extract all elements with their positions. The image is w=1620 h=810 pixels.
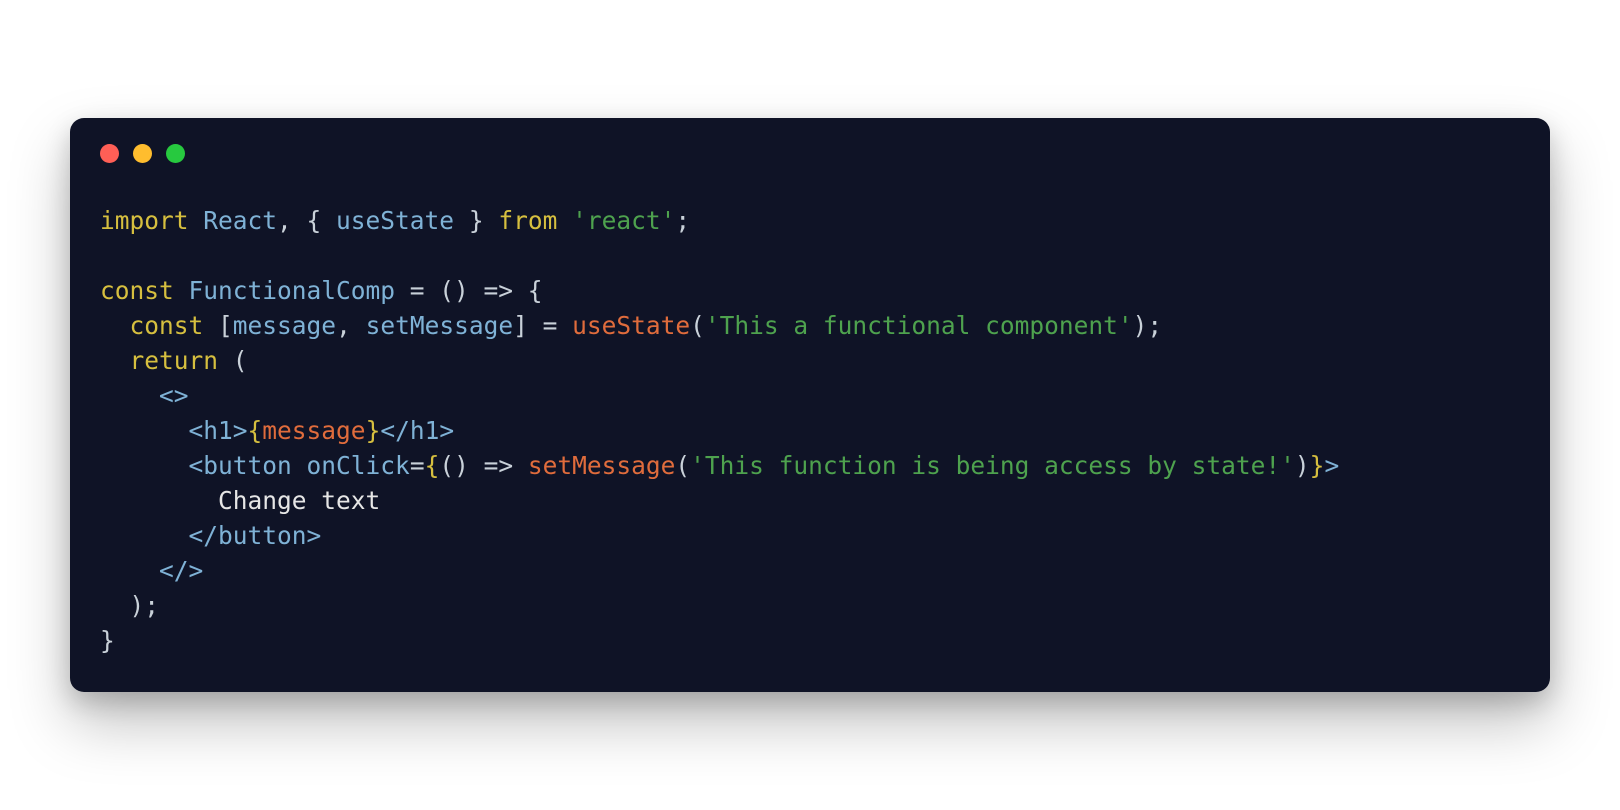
code-line-9: Change text	[100, 486, 380, 515]
jsx-button-open: <button	[189, 451, 292, 480]
brace: }	[1310, 451, 1325, 480]
call-setmessage: setMessage	[528, 451, 676, 480]
identifier-react: React	[189, 206, 278, 235]
minimize-icon[interactable]	[133, 144, 152, 163]
string-literal: 'react'	[572, 206, 675, 235]
code-line-10: </button>	[100, 521, 321, 550]
punct: = () => {	[410, 276, 543, 305]
keyword-return: return	[130, 346, 219, 375]
string-literal: 'This a functional component'	[705, 311, 1133, 340]
indent	[100, 381, 159, 410]
indent	[100, 556, 159, 585]
indent	[100, 451, 189, 480]
code-line-13: }	[100, 626, 115, 655]
space	[292, 451, 307, 480]
brace: }	[366, 416, 381, 445]
punct: }	[454, 206, 498, 235]
punct: (	[690, 311, 705, 340]
stage: import React, { useState } from 'react';…	[0, 0, 1620, 810]
punct: ;	[675, 206, 690, 235]
jsx-button-close: </button>	[189, 521, 322, 550]
jsx-fragment-close: </>	[159, 556, 203, 585]
code-line-5: return (	[100, 346, 248, 375]
close-icon[interactable]	[100, 144, 119, 163]
indent	[100, 346, 130, 375]
brace: {	[425, 451, 440, 480]
keyword-from: from	[498, 206, 557, 235]
punct: [	[203, 311, 233, 340]
code-line-12: );	[100, 591, 159, 620]
keyword-import: import	[100, 206, 189, 235]
identifier-message: message	[262, 416, 365, 445]
jsx-fragment-open: <>	[159, 381, 189, 410]
indent	[100, 521, 189, 550]
punct: ] =	[513, 311, 572, 340]
jsx-h1-close: </h1>	[380, 416, 454, 445]
window-titlebar	[100, 144, 1520, 163]
space	[557, 206, 572, 235]
identifier-setmessage: setMessage	[366, 311, 514, 340]
code-block: import React, { useState } from 'react';…	[100, 203, 1520, 658]
code-line-6: <>	[100, 381, 189, 410]
punct: (	[675, 451, 690, 480]
jsx-text-change: Change text	[218, 486, 380, 515]
punct: }	[100, 626, 115, 655]
identifier-message: message	[233, 311, 336, 340]
keyword-const: const	[100, 276, 174, 305]
code-window: import React, { useState } from 'react';…	[70, 118, 1550, 692]
punct: );	[1133, 311, 1163, 340]
jsx-button-open-end: >	[1324, 451, 1339, 480]
code-line-1: import React, { useState } from 'react';	[100, 206, 690, 235]
indent	[100, 311, 130, 340]
code-line-3: const FunctionalComp = () => {	[100, 276, 543, 305]
code-line-7: <h1>{message}</h1>	[100, 416, 454, 445]
identifier-functionalcomp: FunctionalComp	[174, 276, 410, 305]
jsx-attr-onclick: onClick	[307, 451, 410, 480]
indent	[100, 486, 218, 515]
punct: =	[410, 451, 425, 480]
string-literal: 'This function is being access by state!…	[690, 451, 1295, 480]
identifier-usestate: useState	[336, 206, 454, 235]
code-line-8: <button onClick={() => setMessage('This …	[100, 451, 1339, 480]
brace: {	[248, 416, 263, 445]
jsx-h1-open: <h1>	[189, 416, 248, 445]
keyword-const: const	[130, 311, 204, 340]
punct: )	[1295, 451, 1310, 480]
arrow: () =>	[439, 451, 528, 480]
call-usestate: useState	[572, 311, 690, 340]
punct: , {	[277, 206, 336, 235]
punct: );	[100, 591, 159, 620]
zoom-icon[interactable]	[166, 144, 185, 163]
code-line-11: </>	[100, 556, 203, 585]
punct: (	[218, 346, 248, 375]
code-line-4: const [message, setMessage] = useState('…	[100, 311, 1162, 340]
indent	[100, 416, 189, 445]
punct: ,	[336, 311, 366, 340]
